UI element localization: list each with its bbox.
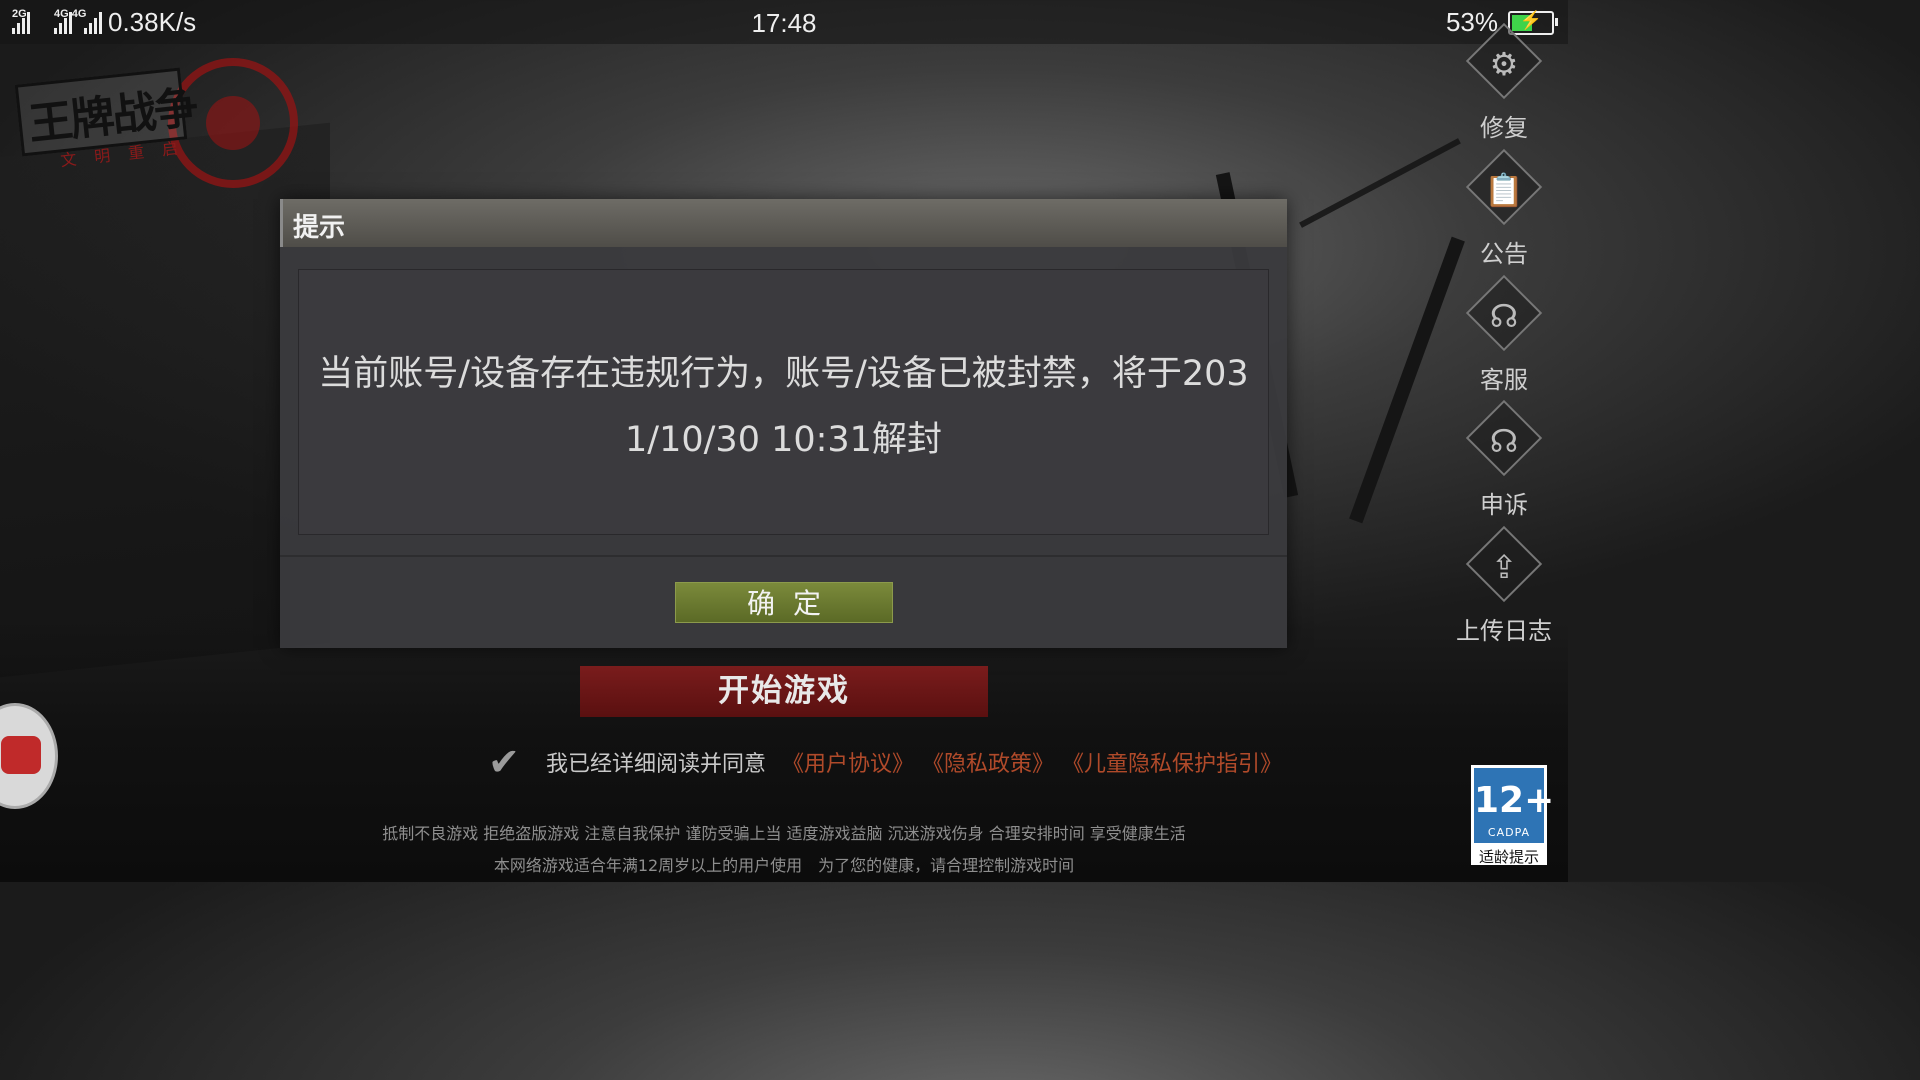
gear-icon: ⚙ xyxy=(1489,45,1519,83)
tool-appeal[interactable]: ☊ 申诉 xyxy=(1440,399,1568,520)
tool-announcement[interactable]: 📋 公告 xyxy=(1440,148,1568,269)
appeal-icon: ☊ xyxy=(1489,422,1519,460)
assistant-avatar-icon xyxy=(1,736,41,774)
agreement-text: 我已经详细阅读并同意 xyxy=(546,752,767,777)
upload-icon: ⇪ xyxy=(1490,548,1518,586)
tool-customer-service[interactable]: ☊ 客服 xyxy=(1440,274,1568,395)
ban-notice-dialog: 提示 当前账号/设备存在违规行为，账号/设备已被封禁，将于2031/10/30 … xyxy=(280,199,1287,648)
dialog-body: 当前账号/设备存在违规行为，账号/设备已被封禁，将于2031/10/30 10:… xyxy=(298,269,1269,535)
child-privacy-link[interactable]: 《儿童隐私保护指引》 xyxy=(1062,746,1282,778)
charging-bolt-icon: ⚡ xyxy=(1519,9,1543,30)
health-notice-line1: 抵制不良游戏 拒绝盗版游戏 注意自我保护 谨防受骗上当 适度游戏益脑 沉迷游戏伤… xyxy=(382,824,1186,843)
dialog-header: 提示 xyxy=(280,199,1287,247)
clock: 17:48 xyxy=(751,8,817,38)
tool-repair[interactable]: ⚙ 修复 xyxy=(1440,22,1568,143)
confirm-button[interactable]: 确定 xyxy=(675,582,893,623)
age-rating-org: CADPA xyxy=(1487,826,1531,839)
tool-label: 客服 xyxy=(1480,366,1528,394)
age-rating-label: 适龄提示 xyxy=(1478,848,1539,866)
agreement-row: ✔ 我已经详细阅读并同意 《用户协议》 《隐私政策》 《儿童隐私保护指引》 xyxy=(488,742,1290,782)
tool-label: 修复 xyxy=(1480,114,1528,142)
dialog-message: 当前账号/设备存在违规行为，账号/设备已被封禁，将于2031/10/30 10:… xyxy=(318,354,1249,460)
dialog-divider xyxy=(280,555,1287,557)
tool-label: 申诉 xyxy=(1480,491,1528,519)
age-rating-number: 12+ xyxy=(1474,780,1555,821)
agreement-checkbox-check-icon[interactable]: ✔ xyxy=(488,742,528,782)
tool-label: 上传日志 xyxy=(1456,617,1552,645)
battery-icon: ⚡ xyxy=(1508,9,1558,35)
age-rating-panel: 12+ CADPA xyxy=(1474,768,1555,843)
tool-label: 公告 xyxy=(1480,240,1528,268)
announcement-icon: 📋 xyxy=(1484,171,1524,209)
user-agreement-link[interactable]: 《用户协议》 xyxy=(782,746,914,778)
dialog-title: 提示 xyxy=(293,213,346,243)
health-notice-line2: 本网络游戏适合年满12周岁以上的用户使用 为了您的健康，请合理控制游戏时间 xyxy=(493,856,1075,875)
age-rating-badge[interactable]: 12+ CADPA 适龄提示 xyxy=(1471,765,1555,866)
privacy-policy-link[interactable]: 《隐私政策》 xyxy=(922,746,1054,778)
customer-service-icon: ☊ xyxy=(1489,297,1519,335)
status-bar: 2G 4G 4G 0.38K/s 17:48 53% ⚡ xyxy=(0,0,1568,44)
game-logo: 王牌战争 文明重启 xyxy=(14,58,298,188)
background-fence xyxy=(1299,138,1461,228)
tool-upload-log[interactable]: ⇪ 上传日志 xyxy=(1440,525,1568,646)
start-game-button[interactable]: 开始游戏 xyxy=(580,666,988,717)
